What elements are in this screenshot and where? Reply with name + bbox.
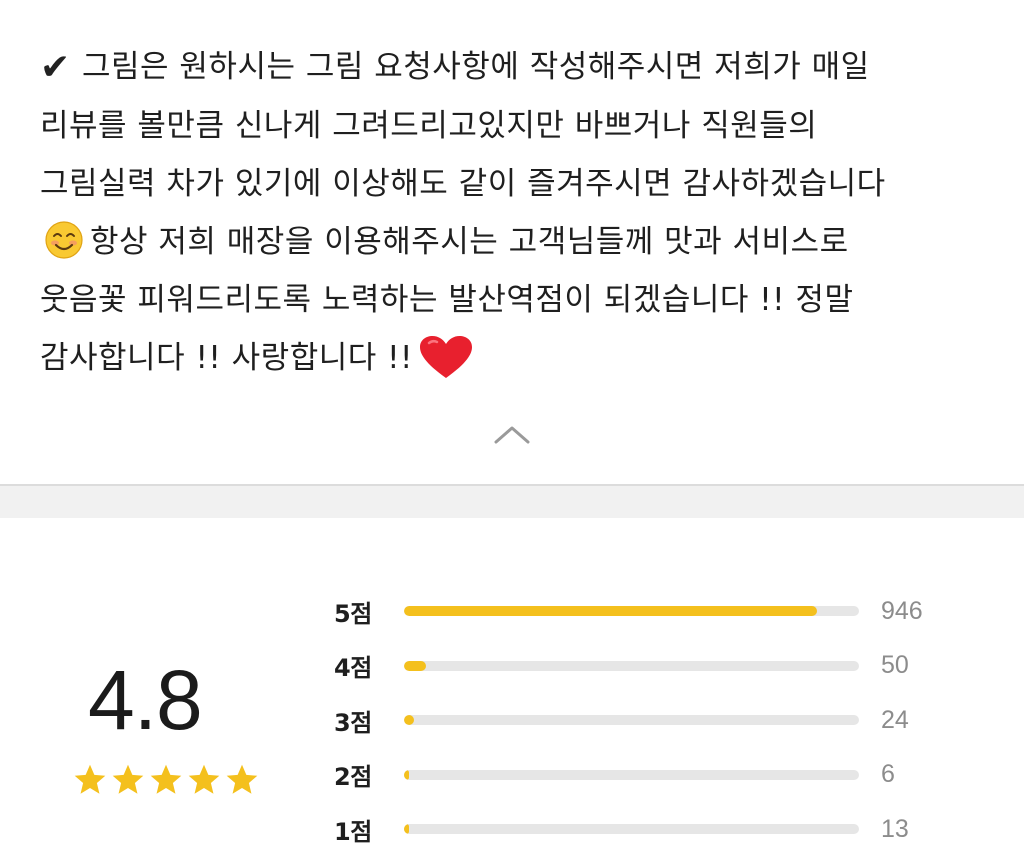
reply-line-1: ✔ 그림은 원하시는 그림 요청사항에 작성해주시면 저희가 매일 <box>40 38 1000 97</box>
reply-line-2: 리뷰를 볼만큼 신나게 그려드리고있지만 바쁘거나 직원들의 <box>40 108 818 144</box>
reply-line-6-text: 감사합니다 !! 사랑합니다 !! <box>40 340 413 376</box>
reply-line-4: 항상 저희 매장을 이용해주시는 고객님들께 맛과 서비스로 <box>40 213 1000 271</box>
rating-row-label: 5점 <box>334 599 372 628</box>
rating-row-count: 50 <box>881 651 909 680</box>
reply-line-5: 웃음꽃 피워드리도록 노력하는 발산역점이 되겠습니다 !! 정말 <box>40 282 854 318</box>
rating-bar-track <box>404 606 859 617</box>
star-icon <box>226 764 258 794</box>
reply-line-3: 그림실력 차가 있기에 이상해도 같이 즐겨주시면 감사하겠습니다 <box>40 166 886 202</box>
rating-bar-track <box>404 769 859 780</box>
rating-row-4: 4점 50 <box>334 639 974 694</box>
reply-line-6: 감사합니다 !! 사랑합니다 !! <box>40 329 1000 387</box>
rating-bar-track <box>404 660 859 671</box>
rating-bar-fill <box>404 769 410 780</box>
rating-bar-track <box>404 824 859 835</box>
reply-line-1-text: 그림은 원하시는 그림 요청사항에 작성해주시면 저희가 매일 <box>82 49 870 85</box>
check-mark-icon: ✔ <box>40 47 71 88</box>
rating-row-count: 6 <box>881 760 895 789</box>
rating-row-count: 13 <box>881 814 909 843</box>
rating-row-label: 4점 <box>334 654 372 683</box>
reply-line-4-text: 항상 저희 매장을 이용해주시는 고객님들께 맛과 서비스로 <box>90 224 849 260</box>
rating-row-count: 24 <box>881 705 909 734</box>
rating-bar-fill <box>404 824 410 835</box>
star-icon <box>188 764 220 794</box>
rating-bar-fill <box>404 660 426 671</box>
star-icon <box>150 764 182 794</box>
star-icon <box>74 764 106 794</box>
rating-row-label: 3점 <box>334 708 372 737</box>
rating-bar-fill <box>404 715 415 726</box>
rating-row-3: 3점 24 <box>334 693 974 748</box>
rating-stars <box>72 762 262 798</box>
rating-bar-fill <box>404 606 818 617</box>
rating-row-label: 1점 <box>334 817 372 846</box>
review-detail-page: ✔ 그림은 원하시는 그림 요청사항에 작성해주시면 저희가 매일 리뷰를 볼만큼… <box>0 0 1024 866</box>
owner-reply-text: ✔ 그림은 원하시는 그림 요청사항에 작성해주시면 저희가 매일 리뷰를 볼만큼… <box>40 38 1000 387</box>
red-heart-icon <box>419 336 472 378</box>
rating-row-count: 946 <box>881 596 923 625</box>
rating-score: 4.8 <box>88 653 203 747</box>
rating-bar-track <box>404 715 859 726</box>
chevron-up-icon[interactable] <box>490 420 534 450</box>
rating-distribution: 5점 946 4점 50 3점 24 2점 6 1점 13 <box>334 584 974 857</box>
rating-row-5: 5점 946 <box>334 584 974 639</box>
rating-row-label: 2점 <box>334 763 372 792</box>
smiling-face-icon <box>45 221 83 259</box>
rating-row-2: 2점 6 <box>334 748 974 803</box>
rating-row-1: 1점 13 <box>334 802 974 857</box>
section-divider <box>0 484 1024 518</box>
star-icon <box>112 764 144 794</box>
